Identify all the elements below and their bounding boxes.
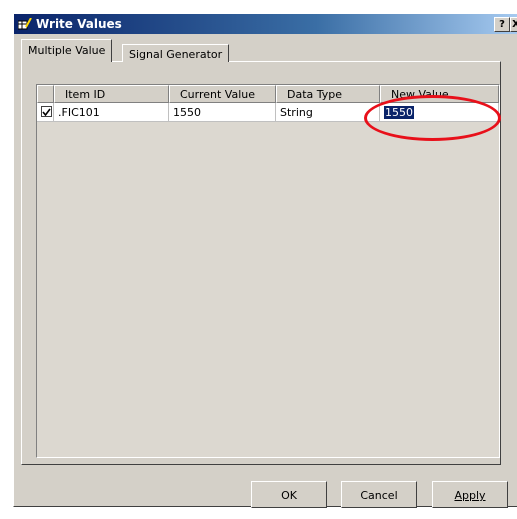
column-header-current-value[interactable]: Current Value [169,85,276,103]
cancel-button[interactable]: Cancel [341,481,417,508]
row-check-cell[interactable] [37,103,54,122]
ok-button[interactable]: OK [251,481,327,508]
column-header-item-id[interactable]: Item ID [54,85,169,103]
close-button[interactable]: X [510,17,517,32]
tab-multiple-value[interactable]: Multiple Value [21,39,113,62]
apply-label: Apply [454,489,486,502]
write-values-dialog: Write Values ? X Multiple Value Signal G… [13,13,517,508]
title-bar[interactable]: Write Values ? X [14,14,517,34]
header-check-column[interactable] [37,85,54,103]
help-button[interactable]: ? [494,17,510,32]
apply-button[interactable]: Apply [432,481,508,508]
column-header-data-type[interactable]: Data Type [276,85,380,103]
cell-current-value: 1550 [169,103,276,122]
highlight-circle [364,95,501,141]
row-checkbox[interactable] [41,106,52,117]
window-title: Write Values [36,17,122,31]
tab-signal-generator[interactable]: Signal Generator [122,44,230,62]
write-values-app-icon [18,18,32,30]
checkmark-icon [42,108,51,117]
cell-item-id: .FIC101 [54,103,169,122]
